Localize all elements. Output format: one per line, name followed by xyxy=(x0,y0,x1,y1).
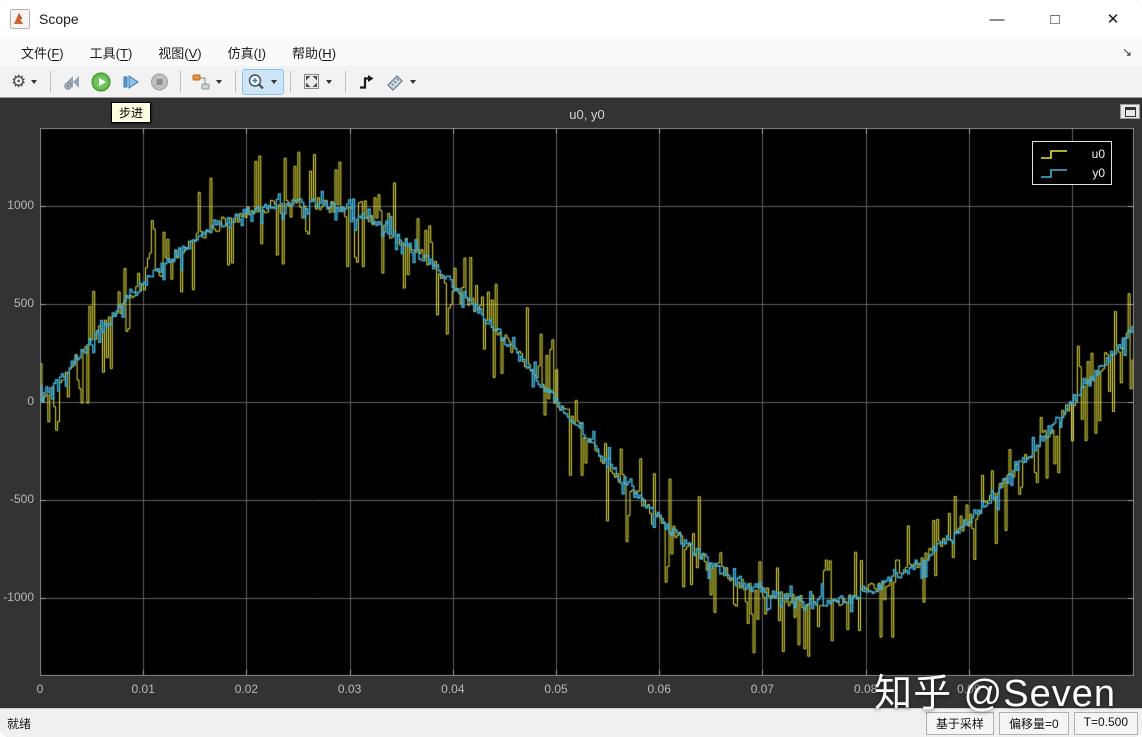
dropdown-caret-icon xyxy=(326,79,333,84)
close-button[interactable]: ✕ xyxy=(1084,0,1142,38)
maximize-button[interactable]: □ xyxy=(1026,0,1084,38)
menu-bar: 文件(F) 工具(T) 视图(V) 仿真(I) 帮助(H) ↘ xyxy=(0,38,1142,66)
x-tick-label: 0.03 xyxy=(337,682,362,696)
menu-item-T[interactable]: 工具(T) xyxy=(77,39,146,66)
toolbar: ⚙ xyxy=(0,66,1142,98)
menu-item-H[interactable]: 帮助(H) xyxy=(279,39,349,66)
legend-swatch-icon xyxy=(1041,168,1067,178)
signal-selector-button[interactable] xyxy=(187,69,229,95)
y-tick-label: 0 xyxy=(27,394,34,408)
fit-to-view-icon xyxy=(304,73,320,89)
toolbar-separator xyxy=(180,70,182,93)
toolbar-separator xyxy=(235,70,237,93)
legend-entry-u0[interactable]: u0 xyxy=(1039,144,1105,163)
menu-item-I[interactable]: 仿真(I) xyxy=(215,39,279,66)
trigger-button[interactable] xyxy=(352,69,381,95)
window-titlebar: Scope — □ ✕ xyxy=(0,0,1142,38)
plot-title: u0, y0 xyxy=(569,107,605,122)
y-tick-label: -500 xyxy=(9,491,34,506)
legend-entry-y0[interactable]: y0 xyxy=(1039,163,1105,182)
watermark: 知乎 @Seven xyxy=(874,673,1116,715)
y-tick-label: 500 xyxy=(13,296,34,311)
x-tick-label: 0.04 xyxy=(441,682,465,696)
measurements-ruler-icon xyxy=(387,74,403,91)
step-forward-tooltip: 步进 xyxy=(111,102,152,123)
step-back-icon xyxy=(64,75,80,90)
step-forward-icon xyxy=(123,74,140,89)
menu-overflow-arrow-icon[interactable]: ↘ xyxy=(1122,45,1132,59)
scope-area: u0, y0 u0 y0 步进 0 0.01 0.02 0.03 0.04 0.05 0.06… xyxy=(0,98,1142,708)
window-title: Scope xyxy=(39,11,79,27)
minimize-button[interactable]: — xyxy=(968,0,1026,38)
window-controls: — □ ✕ xyxy=(968,0,1142,38)
step-back-button[interactable] xyxy=(57,69,86,95)
gear-icon: ⚙ xyxy=(11,72,27,91)
toolbar-separator xyxy=(50,70,52,93)
toolbar-separator xyxy=(290,70,292,93)
settings-button[interactable]: ⚙ xyxy=(6,69,44,94)
trigger-icon xyxy=(360,74,374,89)
fit-to-view-button[interactable] xyxy=(297,69,339,95)
x-tick-label: 0 xyxy=(36,682,44,696)
stop-icon xyxy=(151,73,169,90)
x-tick-label: 0.05 xyxy=(544,682,568,696)
toolbar-separator xyxy=(345,70,347,93)
stop-button[interactable] xyxy=(145,69,174,95)
x-tick-label: 0.01 xyxy=(131,682,155,696)
legend[interactable]: u0 y0 xyxy=(1032,141,1112,185)
maximize-axes-button[interactable] xyxy=(1120,104,1140,119)
menu-item-V[interactable]: 视图(V) xyxy=(145,39,214,66)
scope-window: Scope — □ ✕ 文件(F) 工具(T) 视图(V) 仿真(I) 帮助(H) ↘ ⚙ xyxy=(0,0,1142,737)
y-tick-label: 1000 xyxy=(7,198,34,213)
dropdown-caret-icon xyxy=(31,79,38,84)
maximize-axes-icon xyxy=(1124,106,1136,117)
dropdown-caret-icon xyxy=(271,79,278,84)
x-tick-label: 0.06 xyxy=(647,682,671,696)
simulink-scope-app-icon xyxy=(10,9,30,29)
legend-label: y0 xyxy=(1092,165,1105,180)
waveform-canvas[interactable] xyxy=(40,128,1134,676)
run-button[interactable] xyxy=(86,68,116,96)
measurements-button[interactable] xyxy=(381,69,423,95)
status-text: 就绪 xyxy=(7,716,32,731)
zoom-in-icon xyxy=(249,73,265,89)
dropdown-caret-icon xyxy=(216,79,223,84)
signal-selector-icon xyxy=(192,74,210,89)
y-tick-label: -1000 xyxy=(3,589,34,604)
menu-item-F[interactable]: 文件(F) xyxy=(8,39,77,66)
dropdown-caret-icon xyxy=(410,79,417,84)
legend-label: u0 xyxy=(1091,146,1105,161)
x-tick-label: 0.02 xyxy=(234,682,259,696)
x-tick-label: 0.07 xyxy=(750,682,775,696)
zoom-button[interactable] xyxy=(242,68,285,95)
run-icon xyxy=(91,72,111,91)
legend-swatch-icon xyxy=(1041,149,1067,159)
step-forward-button[interactable] xyxy=(116,69,145,95)
